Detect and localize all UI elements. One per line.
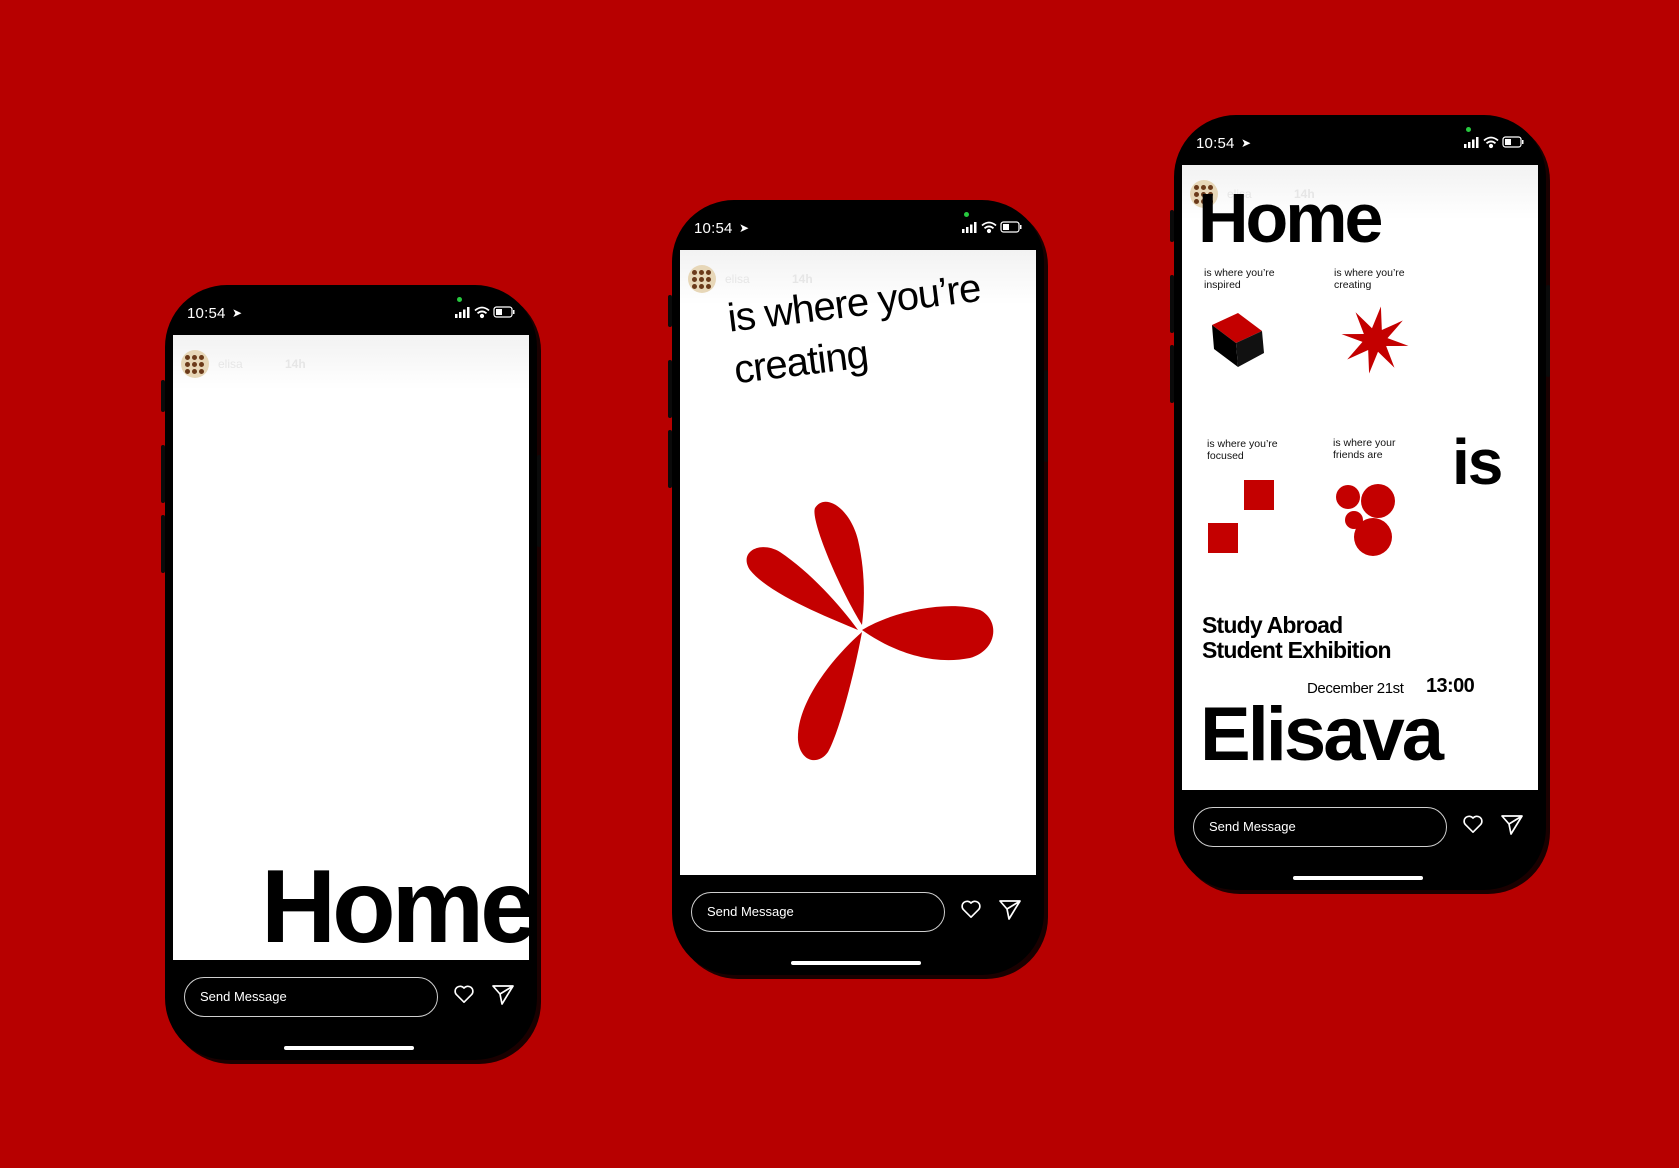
story-footer: Send Message xyxy=(672,875,1044,975)
status-time: 10:54 xyxy=(187,305,226,322)
signal-icon xyxy=(962,222,977,233)
send-message-placeholder: Send Message xyxy=(200,989,287,1004)
story-screen[interactable]: elisa 14h is where you’re creating xyxy=(680,250,1036,875)
home-indicator[interactable] xyxy=(791,961,921,965)
story-screen[interactable]: elisa 14h Home is where you’re inspired … xyxy=(1182,165,1538,790)
volume-up-button xyxy=(161,445,165,503)
avatar[interactable] xyxy=(181,350,209,378)
status-icons xyxy=(455,306,515,319)
send-message-input[interactable]: Send Message xyxy=(691,892,945,932)
home-indicator[interactable] xyxy=(1293,876,1423,880)
star-icon xyxy=(1341,306,1409,374)
caption-inspired: is where you’re inspired xyxy=(1204,267,1275,291)
camera-indicator-dot xyxy=(457,297,462,302)
squares-icon xyxy=(1208,480,1274,553)
story-footer: Send Message xyxy=(1174,790,1546,890)
caption-creating: is where you’re creating xyxy=(1334,267,1405,291)
school-name: Elisava xyxy=(1200,692,1444,777)
home-indicator[interactable] xyxy=(284,1046,414,1050)
phone-3: 10:54 ➤ elisa 14h Home is where you’re i… xyxy=(1170,115,1550,890)
volume-down-button xyxy=(161,515,165,573)
signal-icon xyxy=(1464,137,1479,148)
send-message-placeholder: Send Message xyxy=(1209,819,1296,834)
send-message-placeholder: Send Message xyxy=(707,904,794,919)
location-arrow-icon: ➤ xyxy=(1241,136,1252,150)
circles-icon xyxy=(1336,484,1395,556)
volume-up-button xyxy=(1170,275,1174,333)
heart-icon[interactable] xyxy=(453,984,475,1004)
mute-switch xyxy=(161,380,165,412)
volume-down-button xyxy=(1170,345,1174,403)
event-title-line-2: Student Exhibition xyxy=(1202,637,1392,663)
mute-switch xyxy=(1170,210,1174,242)
phone-1: 10:54 ➤ elisa 14h Home Send Message xyxy=(161,285,541,1060)
cube-icon xyxy=(1212,313,1264,367)
status-icons xyxy=(962,221,1022,234)
signal-icon xyxy=(455,307,470,318)
home-headline: Home xyxy=(1198,179,1383,257)
send-message-input[interactable]: Send Message xyxy=(1193,807,1447,847)
story-timestamp: 14h xyxy=(285,357,306,371)
volume-down-button xyxy=(668,430,672,488)
send-message-input[interactable]: Send Message xyxy=(184,977,438,1017)
power-button xyxy=(1546,285,1550,377)
wifi-icon xyxy=(1483,136,1499,149)
story-screen[interactable]: elisa 14h Home xyxy=(173,335,529,960)
wifi-icon xyxy=(981,221,997,234)
event-title-line-1: Study Abroad xyxy=(1202,612,1343,638)
mute-switch xyxy=(668,295,672,327)
story-username[interactable]: elisa xyxy=(725,272,750,286)
volume-up-button xyxy=(668,360,672,418)
send-icon[interactable] xyxy=(1500,814,1524,836)
avatar[interactable] xyxy=(688,265,716,293)
send-icon[interactable] xyxy=(998,899,1022,921)
caption-focused: is where you’re focused xyxy=(1207,438,1278,462)
story-header: elisa 14h xyxy=(173,335,529,390)
propeller-flower-icon xyxy=(746,501,994,761)
location-arrow-icon: ➤ xyxy=(739,221,750,235)
heart-icon[interactable] xyxy=(960,899,982,919)
camera-indicator-dot xyxy=(1466,127,1471,132)
status-bar: 10:54 ➤ xyxy=(1174,115,1546,165)
status-bar: 10:54 ➤ xyxy=(165,285,537,335)
power-button xyxy=(1044,370,1048,462)
battery-icon xyxy=(1000,221,1022,233)
battery-icon xyxy=(1502,136,1524,148)
battery-icon xyxy=(493,306,515,318)
is-word: is xyxy=(1452,426,1503,498)
camera-indicator-dot xyxy=(964,212,969,217)
wifi-icon xyxy=(474,306,490,319)
location-arrow-icon: ➤ xyxy=(232,306,243,320)
status-time: 10:54 xyxy=(694,220,733,237)
phone-2: 10:54 ➤ elisa 14h is where you’re creati… xyxy=(668,200,1048,975)
event-title: Study Abroad Student Exhibition xyxy=(1202,612,1392,663)
status-bar: 10:54 ➤ xyxy=(672,200,1044,250)
heart-icon[interactable] xyxy=(1462,814,1484,834)
send-icon[interactable] xyxy=(491,984,515,1006)
caption-friends: is where your friends are xyxy=(1333,437,1396,461)
power-button xyxy=(537,455,541,547)
status-icons xyxy=(1464,136,1524,149)
story-footer: Send Message xyxy=(165,960,537,1060)
home-headline: Home xyxy=(261,849,529,960)
story-username[interactable]: elisa xyxy=(218,357,243,371)
status-time: 10:54 xyxy=(1196,135,1235,152)
